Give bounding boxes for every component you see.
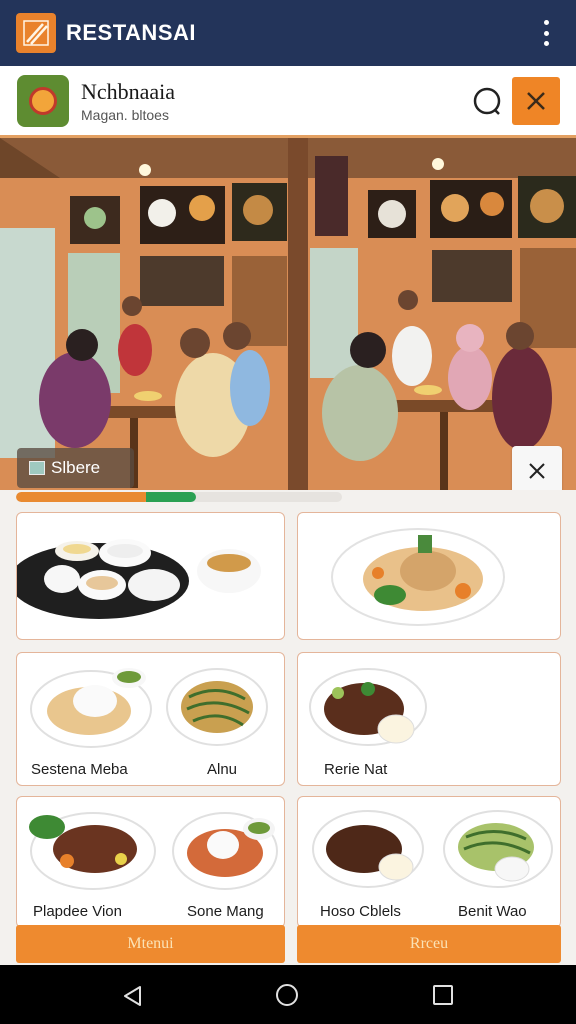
image-icon <box>29 461 45 475</box>
search-icon[interactable] <box>470 84 506 120</box>
dish-name: Alnu <box>207 761 238 778</box>
dish-image <box>17 539 261 619</box>
dish-card[interactable]: Plapdee Vion Sone Mang <box>16 796 285 928</box>
dish-card[interactable] <box>297 512 561 640</box>
dish-card[interactable]: Rerie Nat <box>297 652 561 786</box>
order-button[interactable]: Rrceu <box>297 925 561 963</box>
dish-name: Sone Mang <box>187 903 264 920</box>
dish-name: Plapdee Vion <box>33 903 122 920</box>
close-button[interactable] <box>512 77 560 125</box>
menu-button[interactable]: Mtenui <box>16 925 285 963</box>
dish-image <box>331 528 505 626</box>
hero-image: Slbere <box>0 138 576 490</box>
recents-square-icon[interactable] <box>433 985 453 1005</box>
dish-name: Hoso Cblels <box>320 903 401 920</box>
progress-bar <box>16 492 342 502</box>
dish-name: Sestena Meba <box>31 761 128 778</box>
back-triangle-icon[interactable] <box>122 985 144 1007</box>
restaurant-name: Nchbnaaia <box>81 78 176 104</box>
close-icon <box>527 92 545 110</box>
dish-name: Benit Wao <box>458 903 527 920</box>
system-nav-bar <box>0 965 576 1024</box>
app-root: RESTANSAI Nchbnaaia Magan. bltoes Slbere… <box>0 0 576 1024</box>
restaurant-header: Nchbnaaia Magan. bltoes <box>0 66 576 138</box>
close-icon <box>529 463 545 479</box>
dish-card[interactable]: Sestena Meba Alnu <box>16 652 285 786</box>
hero-badge-label: Slbere <box>51 458 101 477</box>
app-bar: RESTANSAI <box>0 0 576 66</box>
dish-card[interactable]: Hoso Cblels Benit Wao <box>297 796 561 928</box>
progress-fill-orange <box>16 492 150 502</box>
dish-name: Rerie Nat <box>324 761 388 778</box>
hero-close-button[interactable] <box>512 446 562 490</box>
pencils-logo-icon <box>16 13 56 53</box>
more-vertical-icon[interactable] <box>534 18 558 48</box>
restaurant-logo <box>17 74 69 127</box>
progress-fill-green <box>146 492 196 502</box>
home-circle-icon[interactable] <box>276 984 298 1006</box>
dish-card[interactable] <box>16 512 285 640</box>
hero-badge[interactable]: Slbere <box>17 448 134 488</box>
restaurant-subtitle: Magan. bltoes <box>81 106 169 123</box>
app-title: RESTANSAI <box>66 20 196 45</box>
